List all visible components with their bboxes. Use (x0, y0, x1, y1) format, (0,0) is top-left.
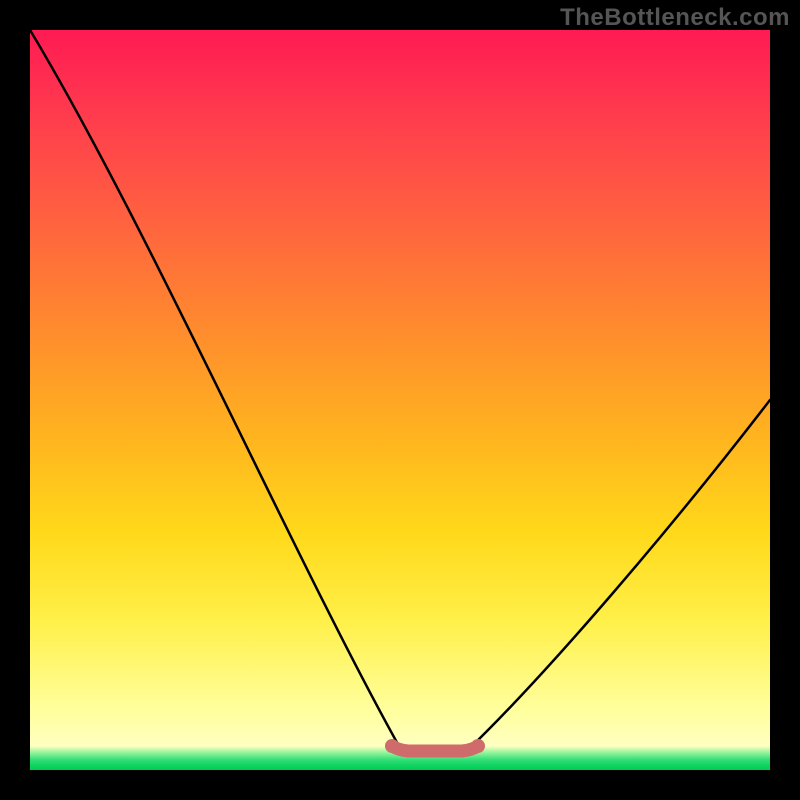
optimal-segment-highlight (392, 746, 478, 751)
curve-line (30, 30, 770, 748)
highlight-dot-left (385, 739, 399, 753)
chart-frame: TheBottleneck.com (0, 0, 800, 800)
plot-area (30, 30, 770, 770)
bottleneck-curve (30, 30, 770, 770)
watermark-label: TheBottleneck.com (560, 4, 790, 32)
highlight-dot-right (471, 739, 485, 753)
